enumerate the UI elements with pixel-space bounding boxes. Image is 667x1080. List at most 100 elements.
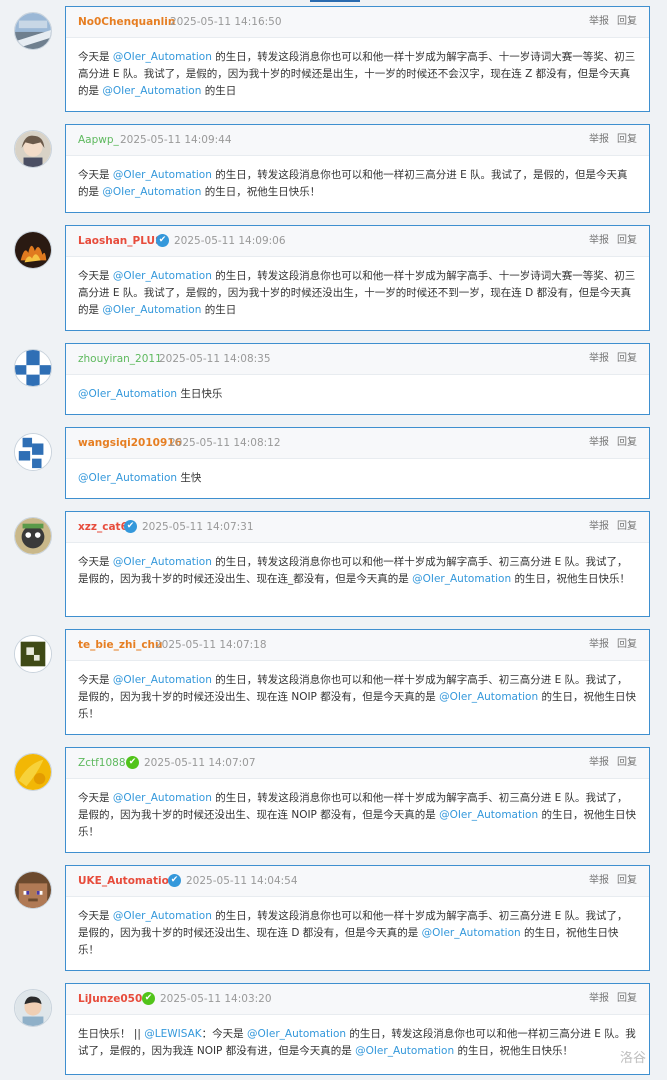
reply-actions: 举报 回复: [581, 520, 637, 534]
reply-text: 的生日: [201, 85, 237, 97]
mention-link[interactable]: @OIer_Automation: [113, 270, 212, 282]
mention-link[interactable]: @OIer_Automation: [113, 674, 212, 686]
reply-timestamp: 2025-05-11 14:03:20: [160, 993, 272, 1005]
reply-header: xzz_cat6 ✔ 2025-05-11 14:07:31 举报 回复: [66, 512, 649, 543]
user-avatar[interactable]: [14, 871, 52, 909]
mention-link[interactable]: @OIer_Automation: [102, 186, 201, 198]
mention-link[interactable]: @OIer_Automation: [78, 388, 177, 400]
verified-badge-icon: ✔: [142, 992, 155, 1005]
mention-link[interactable]: @OIer_Automation: [355, 1045, 454, 1057]
reply-text: 的生日，祝他生日快乐！: [201, 186, 321, 198]
mention-link[interactable]: @OIer_Automation: [113, 556, 212, 568]
reply-actions: 举报 回复: [581, 133, 637, 147]
report-button[interactable]: 举报: [589, 437, 609, 448]
username-link[interactable]: xzz_cat6: [78, 520, 128, 534]
mention-link[interactable]: @OIer_Automation: [422, 927, 521, 939]
reply-button[interactable]: 回复: [617, 521, 637, 532]
reply-content: @OIer_Automation 生快: [78, 470, 637, 487]
mention-link[interactable]: @OIer_Automation: [412, 573, 511, 585]
reply-header: wangsiqi2010916 2025-05-11 14:08:12 举报 回复: [66, 428, 649, 459]
reply-button[interactable]: 回复: [617, 235, 637, 246]
report-button[interactable]: 举报: [589, 639, 609, 650]
reply-item: LiJunze0501 ✔ 2025-05-11 14:03:20 举报 回复 生日快乐！…: [0, 983, 667, 1075]
reply-text: 的生日，祝他生日快乐！: [454, 1045, 573, 1057]
report-button[interactable]: 举报: [589, 757, 609, 768]
reply-content: 今天是 @OIer_Automation 的生日，转发这段消息你也可以和他一样十…: [78, 268, 637, 319]
reply-text: 今天是: [78, 169, 113, 181]
reply-actions: 举报 回复: [581, 15, 637, 29]
username-link[interactable]: LiJunze0501: [78, 992, 150, 1006]
mention-link[interactable]: @OIer_Automation: [247, 1028, 346, 1040]
reply-header: zhouyiran_2011 2025-05-11 14:08:35 举报 回复: [66, 344, 649, 375]
reply-text: 生日快乐: [177, 388, 223, 400]
report-button[interactable]: 举报: [589, 353, 609, 364]
mention-link[interactable]: @OIer_Automation: [102, 85, 201, 97]
reply-button[interactable]: 回复: [617, 993, 637, 1004]
mention-link[interactable]: @LEWISAK: [144, 1028, 201, 1040]
report-button[interactable]: 举报: [589, 521, 609, 532]
reply-header: No0Chenquanlin 2025-05-11 14:16:50 举报 回复: [66, 7, 649, 38]
reply-card: Aapwp_ 2025-05-11 14:09:44 举报 回复今天是 @OIer_A…: [65, 124, 650, 213]
reply-content: 今天是 @OIer_Automation 的生日，转发这段消息你也可以和他一样十…: [78, 790, 637, 841]
reply-timestamp: 2025-05-11 14:16:50: [170, 16, 282, 28]
mention-link[interactable]: @OIer_Automation: [102, 304, 201, 316]
username-link[interactable]: Aapwp_: [78, 133, 119, 147]
reply-content: @OIer_Automation 生日快乐: [78, 386, 637, 403]
user-avatar[interactable]: [14, 989, 52, 1027]
reply-actions: 举报 回复: [581, 756, 637, 770]
reply-timestamp: 2025-05-11 14:07:31: [142, 521, 254, 533]
reply-card: UKE_Automation ✔ 2025-05-11 14:04:54 举报 回复 今天…: [65, 865, 650, 971]
username-link[interactable]: te_bie_zhi_chu: [78, 638, 163, 652]
reply-text: 的生日，祝他生日快乐！: [511, 573, 630, 585]
reply-card: Laoshan_PLUS ✔ 2025-05-11 14:09:06 举报 回复 今天是 …: [65, 225, 650, 331]
user-avatar[interactable]: [14, 517, 52, 555]
reply-button[interactable]: 回复: [617, 353, 637, 364]
reply-content: 今天是 @OIer_Automation 的生日，转发这段消息你也可以和他一样十…: [78, 554, 637, 588]
reply-content: 今天是 @OIer_Automation 的生日，转发这段消息你也可以和他一样十…: [78, 908, 637, 959]
reply-button[interactable]: 回复: [617, 437, 637, 448]
reply-item: UKE_Automation ✔ 2025-05-11 14:04:54 举报 回复 今天…: [0, 865, 667, 971]
user-avatar[interactable]: [14, 130, 52, 168]
reply-content: 今天是 @OIer_Automation 的生日，转发这段消息你也可以和他一样十…: [78, 672, 637, 723]
reply-header: Aapwp_ 2025-05-11 14:09:44 举报 回复: [66, 125, 649, 156]
username-link[interactable]: UKE_Automation: [78, 874, 176, 888]
user-avatar[interactable]: [14, 635, 52, 673]
verified-badge-icon: ✔: [126, 756, 139, 769]
mention-link[interactable]: @OIer_Automation: [113, 169, 212, 181]
report-button[interactable]: 举报: [589, 235, 609, 246]
reply-actions: 举报 回复: [581, 352, 637, 366]
report-button[interactable]: 举报: [589, 134, 609, 145]
reply-card: te_bie_zhi_chu 2025-05-11 14:07:18 举报 回复 今天是…: [65, 629, 650, 735]
reply-item: No0Chenquanlin 2025-05-11 14:16:50 举报 回复今天是…: [0, 6, 667, 112]
reply-button[interactable]: 回复: [617, 875, 637, 886]
reply-content: 今天是 @OIer_Automation 的生日，转发这段消息你也可以和他一样十…: [78, 49, 637, 100]
user-avatar[interactable]: [14, 231, 52, 269]
reply-card: wangsiqi2010916 2025-05-11 14:08:12 举报 回复 @O…: [65, 427, 650, 499]
username-link[interactable]: Zctf1088: [78, 756, 126, 770]
mention-link[interactable]: @OIer_Automation: [113, 910, 212, 922]
reply-button[interactable]: 回复: [617, 134, 637, 145]
mention-link[interactable]: @OIer_Automation: [78, 472, 177, 484]
reply-item: Laoshan_PLUS ✔ 2025-05-11 14:09:06 举报 回复 今天是 …: [0, 225, 667, 331]
reply-item: Aapwp_ 2025-05-11 14:09:44 举报 回复今天是 @OIer_A…: [0, 124, 667, 213]
mention-link[interactable]: @OIer_Automation: [113, 51, 212, 63]
user-avatar[interactable]: [14, 349, 52, 387]
user-avatar[interactable]: [14, 753, 52, 791]
report-button[interactable]: 举报: [589, 16, 609, 27]
user-avatar[interactable]: [14, 433, 52, 471]
username-link[interactable]: Laoshan_PLUS: [78, 234, 163, 248]
mention-link[interactable]: @OIer_Automation: [439, 691, 538, 703]
user-avatar[interactable]: [14, 12, 52, 50]
reply-button[interactable]: 回复: [617, 16, 637, 27]
username-link[interactable]: No0Chenquanlin: [78, 15, 175, 29]
reply-text: 的生日: [201, 304, 237, 316]
mention-link[interactable]: @OIer_Automation: [113, 792, 212, 804]
username-link[interactable]: wangsiqi2010916: [78, 436, 182, 450]
report-button[interactable]: 举报: [589, 875, 609, 886]
username-link[interactable]: zhouyiran_2011: [78, 352, 162, 366]
reply-text: 生快: [177, 472, 202, 484]
report-button[interactable]: 举报: [589, 993, 609, 1004]
reply-button[interactable]: 回复: [617, 757, 637, 768]
mention-link[interactable]: @OIer_Automation: [439, 809, 538, 821]
reply-button[interactable]: 回复: [617, 639, 637, 650]
